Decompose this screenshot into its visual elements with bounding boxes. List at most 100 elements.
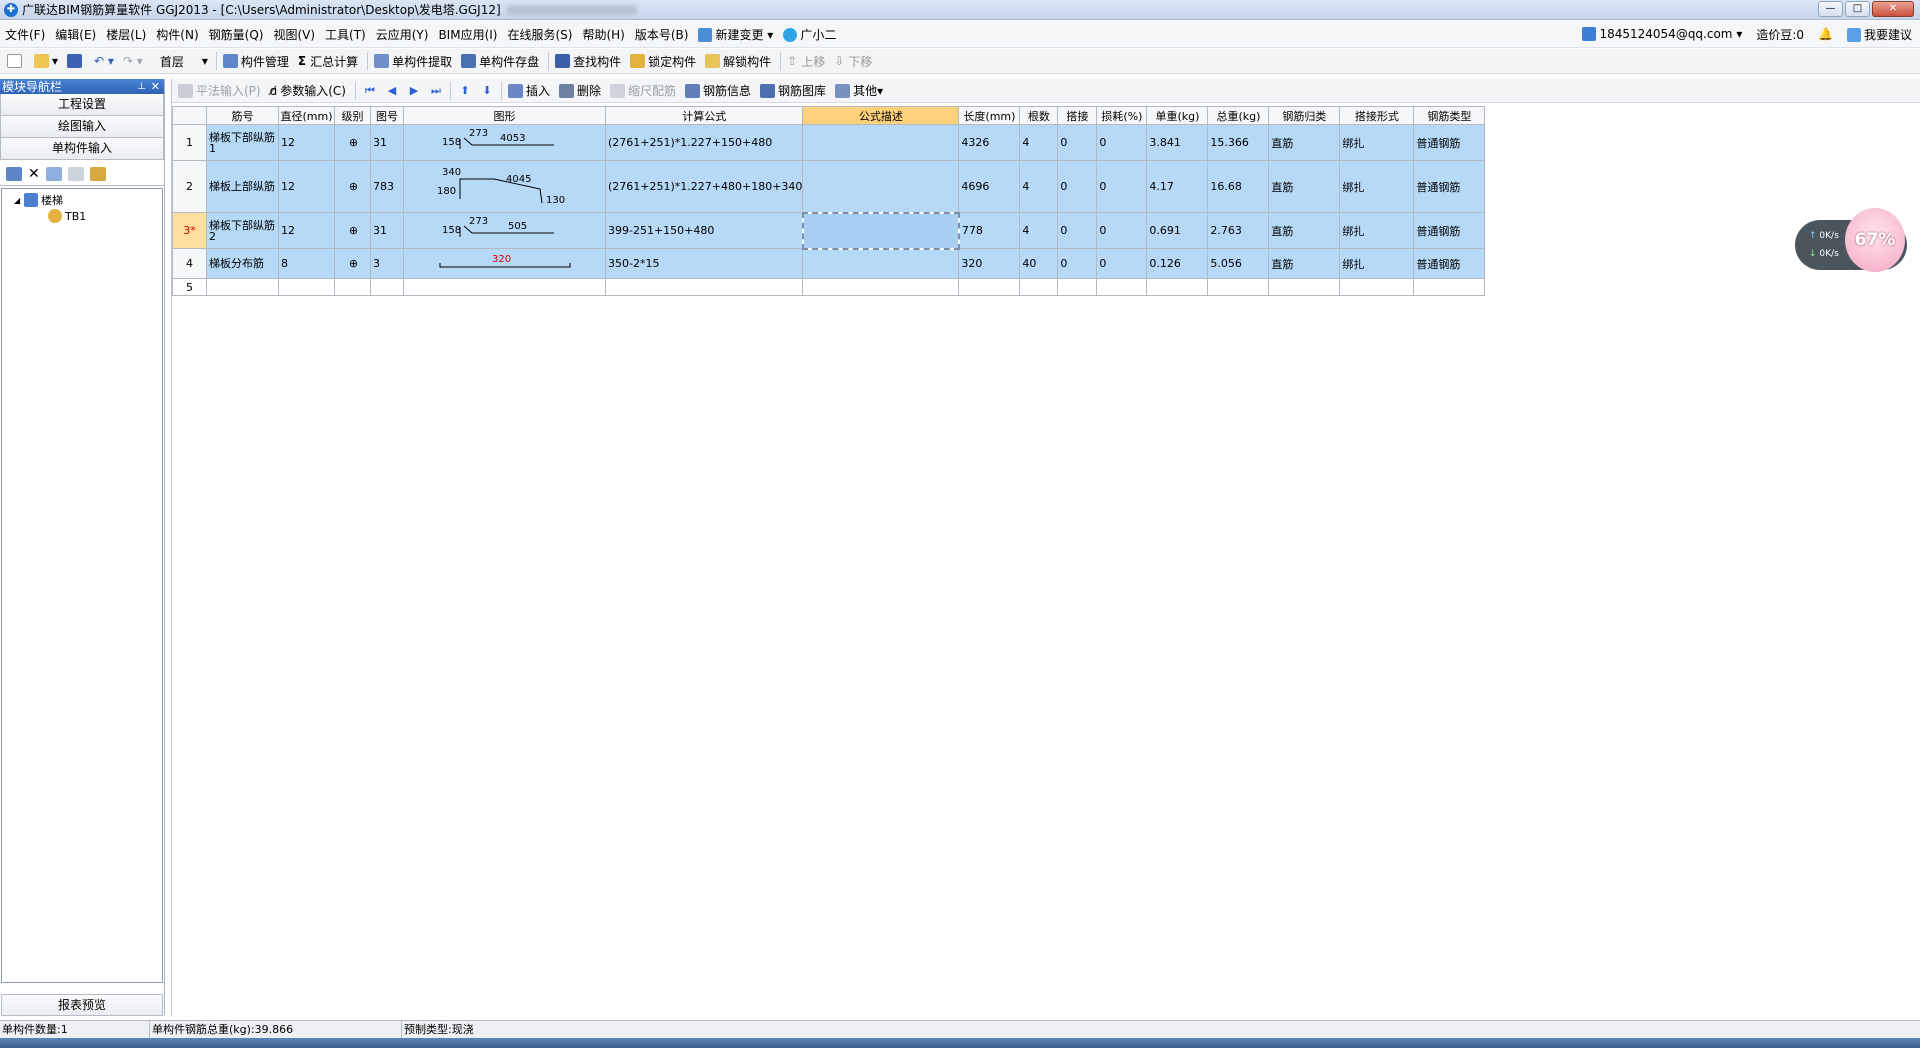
close-icon[interactable]: ✕ (151, 80, 160, 93)
col-header-level[interactable]: 级别 (334, 106, 371, 125)
close-button[interactable]: ✕ (1872, 1, 1914, 17)
lock-component-button[interactable]: 锁定构件 (627, 50, 702, 72)
empty-cell[interactable] (1057, 278, 1098, 296)
menu-component[interactable]: 构件(N) (151, 26, 203, 43)
minimize-button[interactable]: — (1818, 1, 1843, 17)
col-header-diameter[interactable]: 直径(mm) (278, 106, 335, 125)
empty-cell[interactable] (604, 278, 804, 296)
sum-calc-button[interactable]: Σ 汇总计算 (295, 50, 364, 72)
cell-count[interactable]: 4 (1019, 160, 1059, 213)
cell-lap[interactable]: 0 (1057, 160, 1098, 213)
row-number[interactable]: 3* (172, 212, 207, 249)
cell-shape[interactable]: 340 180 4045 130 (403, 160, 606, 213)
table-row[interactable]: 4 梯板分布筋 8 ⊕ 3 320 350-2*15 320 40 0 0 0.… (172, 248, 1486, 279)
clipboard-icon[interactable] (89, 167, 106, 181)
row-number[interactable]: 4 (172, 248, 207, 279)
last-record-icon[interactable]: ⏭ (425, 84, 447, 98)
col-header-loss[interactable]: 损耗(%) (1096, 106, 1148, 125)
insert-button[interactable]: 插入 (505, 80, 556, 102)
cell-bar-name[interactable]: 梯板下部纵筋1 (206, 124, 279, 161)
pin-icon[interactable]: ⊥ (137, 81, 146, 92)
cell-figure-no[interactable]: 31 (370, 212, 404, 249)
single-extract-button[interactable]: 单构件提取 (371, 50, 458, 72)
empty-cell[interactable] (802, 278, 960, 296)
cell-formula[interactable]: (2761+251)*1.227+480+180+340 (604, 160, 804, 213)
scale-rebar-button[interactable]: 缩尺配筋 (607, 80, 682, 102)
move-down-button[interactable]: ⇩ 下移 (831, 50, 878, 72)
cell-loss[interactable]: 0 (1096, 160, 1148, 213)
cell-diameter[interactable]: 12 (278, 212, 335, 249)
rebar-info-button[interactable]: 钢筋信息 (682, 80, 757, 102)
single-save-button[interactable]: 单构件存盘 (458, 50, 545, 72)
cell-formula-desc[interactable] (802, 124, 960, 161)
cell-total-weight[interactable]: 2.763 (1207, 212, 1270, 249)
menu-help[interactable]: 帮助(H) (577, 26, 629, 43)
col-header-formula-desc[interactable]: 公式描述 (802, 106, 960, 125)
empty-cell[interactable] (370, 278, 404, 296)
move-up-button[interactable]: ⇧ 上移 (784, 50, 831, 72)
cell-lap[interactable]: 0 (1057, 248, 1098, 279)
cell-lap-type[interactable]: 绑扎 (1339, 160, 1415, 213)
empty-cell[interactable] (403, 278, 606, 296)
empty-cell[interactable] (1096, 278, 1148, 296)
cell-category[interactable]: 直筋 (1268, 248, 1341, 279)
empty-cell[interactable] (1268, 278, 1341, 296)
report-preview-button[interactable]: 报表预览 (1, 994, 163, 1016)
nav-single-component-input[interactable]: 单构件输入 (0, 138, 164, 160)
cell-loss[interactable]: 0 (1096, 212, 1148, 249)
flat-input-button[interactable]: 平法输入(P) (175, 80, 267, 102)
cell-total-weight[interactable]: 15.366 (1207, 124, 1270, 161)
cell-count[interactable]: 4 (1019, 212, 1059, 249)
cell-lap-type[interactable]: 绑扎 (1339, 212, 1415, 249)
cell-category[interactable]: 直筋 (1268, 212, 1341, 249)
cell-total-weight[interactable]: 16.68 (1207, 160, 1270, 213)
col-header-bar-name[interactable]: 筋号 (206, 106, 279, 125)
cell-formula-desc[interactable] (802, 248, 960, 279)
cell-shape[interactable]: 320 (403, 248, 606, 279)
cell-formula[interactable]: (2761+251)*1.227+150+480 (604, 124, 804, 161)
cell-level[interactable]: ⊕ (334, 248, 371, 279)
row-number[interactable]: 5 (172, 278, 207, 296)
cell-loss[interactable]: 0 (1096, 248, 1148, 279)
rebar-library-button[interactable]: 钢筋图库 (757, 80, 832, 102)
empty-cell[interactable] (334, 278, 371, 296)
cell-length[interactable]: 778 (958, 212, 1021, 249)
cell-unit-weight[interactable]: 3.841 (1146, 124, 1209, 161)
cell-rebar-type[interactable]: 普通钢筋 (1413, 212, 1486, 249)
menu-floor[interactable]: 楼层(L) (101, 26, 151, 43)
menu-rebar-qty[interactable]: 钢筋量(Q) (204, 26, 269, 43)
unlock-component-button[interactable]: 解锁构件 (702, 50, 777, 72)
undo-button[interactable]: ↶ ▾ (91, 50, 120, 72)
tree-node-tb1[interactable]: TB1 (14, 208, 162, 224)
row-down-icon[interactable]: ⬇ (476, 84, 498, 97)
cell-bar-name[interactable]: 梯板上部纵筋 (206, 160, 279, 213)
col-header-formula[interactable]: 计算公式 (604, 106, 804, 125)
network-speed-widget[interactable]: ↑ 0K/s ↓ 0K/s 67% (1795, 208, 1907, 272)
cell-category[interactable]: 直筋 (1268, 124, 1341, 161)
cell-level[interactable]: ⊕ (334, 160, 371, 213)
cell-lap-type[interactable]: 绑扎 (1339, 124, 1415, 161)
empty-cell[interactable] (1207, 278, 1270, 296)
empty-cell[interactable] (278, 278, 335, 296)
cell-formula-desc-active[interactable] (801, 211, 960, 250)
cell-rebar-type[interactable]: 普通钢筋 (1413, 248, 1486, 279)
paste-icon[interactable] (67, 167, 84, 181)
cell-diameter[interactable]: 8 (278, 248, 335, 279)
cell-unit-weight[interactable]: 4.17 (1146, 160, 1209, 213)
copy-icon[interactable] (45, 167, 62, 181)
menu-version[interactable]: 版本号(B) (630, 26, 694, 43)
component-manage-button[interactable]: 构件管理 (220, 50, 295, 72)
empty-cell[interactable] (1019, 278, 1059, 296)
empty-cell[interactable] (206, 278, 279, 296)
tree-node-stairs[interactable]: ◢ 楼梯 (14, 192, 162, 208)
cell-count[interactable]: 4 (1019, 124, 1059, 161)
col-header-rebar-type[interactable]: 钢筋类型 (1413, 106, 1486, 125)
col-header-unit-weight[interactable]: 单重(kg) (1146, 106, 1209, 125)
cell-shape[interactable]: 158 273 4053 (403, 124, 606, 161)
empty-cell[interactable] (1413, 278, 1486, 296)
cell-total-weight[interactable]: 5.056 (1207, 248, 1270, 279)
cell-figure-no[interactable]: 3 (370, 248, 404, 279)
account-menu[interactable]: 1845124054@qq.com ▾ (1582, 27, 1742, 42)
bell-icon[interactable]: 🔔 (1818, 27, 1833, 41)
table-row[interactable]: 2 梯板上部纵筋 12 ⊕ 783 340 180 4045 130 (2761… (172, 160, 1486, 213)
